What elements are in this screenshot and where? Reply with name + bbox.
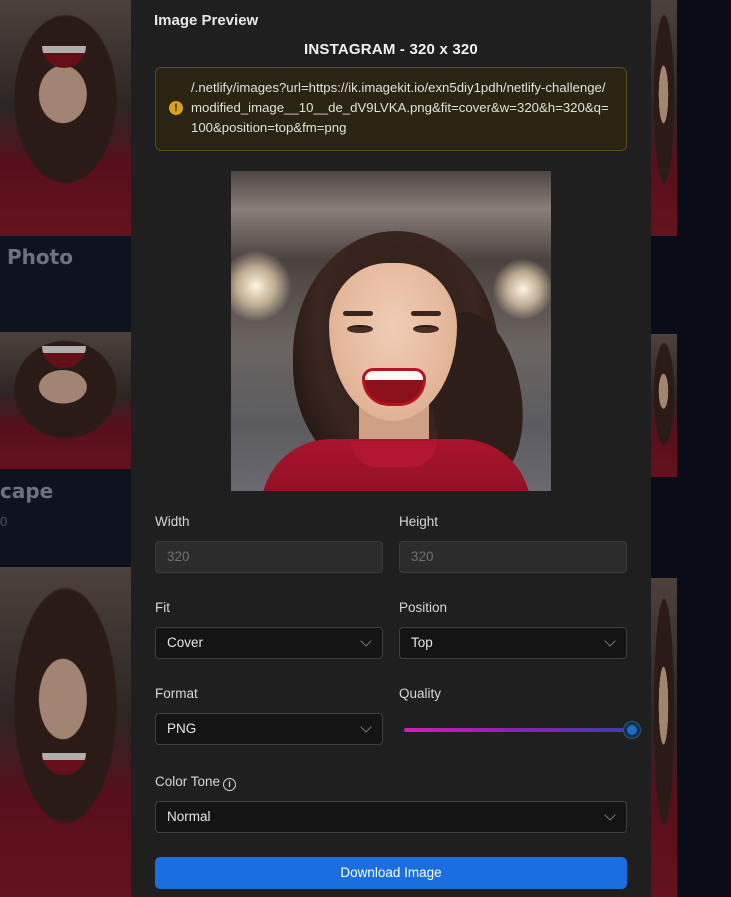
position-select[interactable]: Top bbox=[399, 627, 627, 659]
image-url-text[interactable]: /.netlify/images?url=https://ik.imagekit… bbox=[191, 78, 612, 138]
quality-slider-thumb[interactable] bbox=[624, 722, 640, 738]
bg-card-right-2[interactable] bbox=[651, 334, 677, 477]
bg-card-right-3[interactable] bbox=[651, 578, 677, 897]
image-preview-modal: Image Preview INSTAGRAM - 320 x 320 ! /.… bbox=[131, 0, 651, 897]
bokeh-light bbox=[493, 259, 551, 319]
bg-card-left-3[interactable] bbox=[0, 567, 131, 897]
width-input[interactable]: 320 bbox=[155, 541, 383, 573]
page: Photo cape 0 Image Preview INSTAGRAM - 3… bbox=[0, 0, 731, 897]
bg-photo bbox=[651, 578, 677, 897]
color-tone-select[interactable]: Normal bbox=[155, 801, 627, 833]
width-label: Width bbox=[155, 514, 190, 529]
quality-slider-track[interactable] bbox=[404, 728, 631, 732]
bg-card-right-1[interactable] bbox=[651, 0, 677, 236]
eye bbox=[413, 325, 439, 333]
color-tone-label: Color Tone i bbox=[155, 774, 237, 791]
format-select[interactable]: PNG bbox=[155, 713, 383, 745]
smile bbox=[365, 371, 423, 403]
eye bbox=[347, 325, 373, 333]
bg-photo bbox=[0, 567, 131, 897]
bokeh-light bbox=[231, 251, 291, 321]
bg-card-subtitle: 0 bbox=[0, 514, 8, 529]
preset-title: INSTAGRAM - 320 x 320 bbox=[304, 41, 478, 58]
fit-select[interactable]: Cover bbox=[155, 627, 383, 659]
fit-label: Fit bbox=[155, 600, 170, 615]
eyebrow bbox=[411, 311, 441, 316]
bg-photo bbox=[651, 0, 677, 236]
warning-icon: ! bbox=[169, 101, 183, 115]
height-input[interactable]: 320 bbox=[399, 541, 627, 573]
shirt-collar bbox=[351, 441, 437, 467]
chevron-down-icon bbox=[604, 635, 616, 647]
bg-card-title: Photo bbox=[7, 245, 73, 269]
color-tone-select-value: Normal bbox=[167, 809, 211, 824]
bg-card-title: cape bbox=[0, 479, 54, 503]
bg-card-left-1[interactable] bbox=[0, 0, 131, 236]
bg-photo bbox=[0, 0, 131, 236]
info-icon[interactable]: i bbox=[223, 778, 237, 791]
height-label: Height bbox=[399, 514, 439, 529]
position-select-value: Top bbox=[411, 635, 433, 650]
bg-card-left-2[interactable] bbox=[0, 332, 131, 469]
format-label: Format bbox=[155, 686, 198, 701]
position-label: Position bbox=[399, 600, 448, 615]
modal-title: Image Preview bbox=[154, 12, 259, 29]
chevron-down-icon bbox=[360, 721, 372, 733]
download-image-button[interactable]: Download Image bbox=[155, 857, 627, 889]
chevron-down-icon bbox=[360, 635, 372, 647]
chevron-down-icon bbox=[604, 809, 616, 821]
bg-photo bbox=[651, 334, 677, 477]
format-select-value: PNG bbox=[167, 721, 197, 736]
image-url-alert: ! /.netlify/images?url=https://ik.imagek… bbox=[155, 67, 627, 151]
fit-select-value: Cover bbox=[167, 635, 204, 650]
image-preview bbox=[231, 171, 551, 491]
color-tone-label-text: Color Tone bbox=[155, 774, 221, 789]
eyebrow bbox=[343, 311, 373, 316]
quality-label: Quality bbox=[399, 686, 442, 701]
